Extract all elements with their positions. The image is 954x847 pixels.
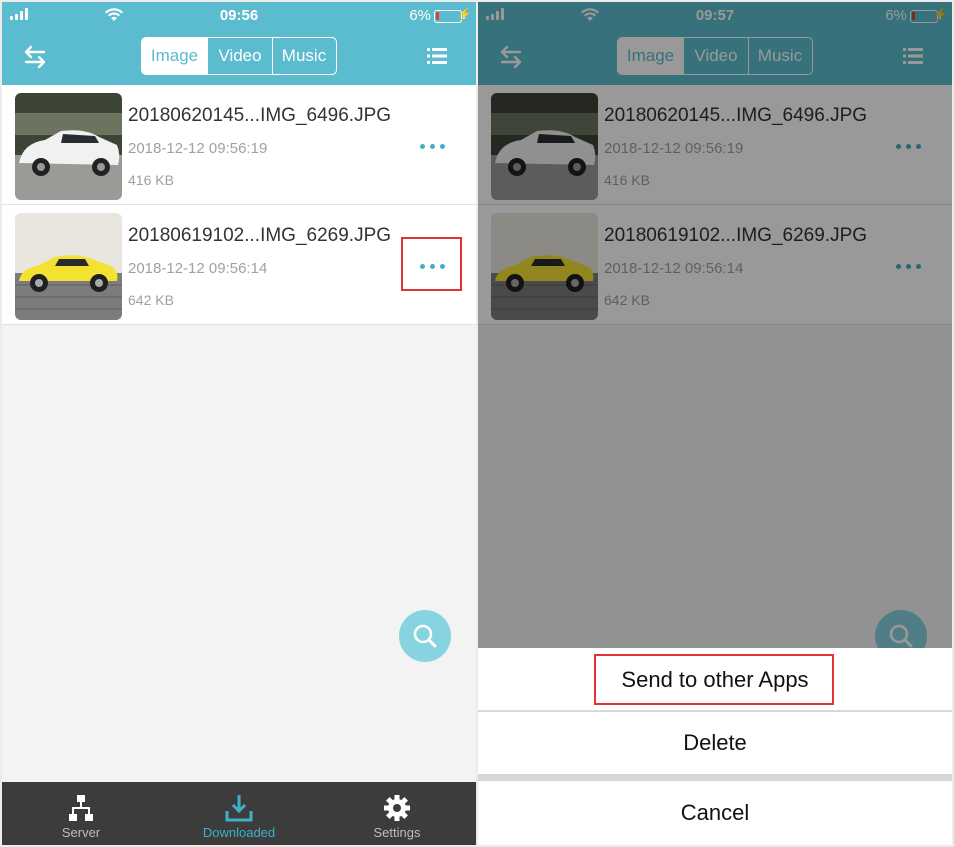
media-type-switch: Image Video Music — [141, 37, 337, 75]
file-date: 2018-12-12 09:56:14 — [128, 260, 268, 277]
left-phone-screen: 09:56 6% ⚡ Image Video Music 20180620145… — [2, 2, 476, 845]
search-button[interactable] — [399, 610, 451, 662]
file-name: 20180619102...IMG_6269.JPG — [128, 225, 392, 246]
file-size: 642 KB — [128, 292, 174, 308]
file-name: 20180620145...IMG_6496.JPG — [128, 105, 392, 126]
tab-music[interactable]: Music — [272, 38, 335, 74]
list-view-icon[interactable] — [427, 47, 447, 65]
nav-settings[interactable]: Settings — [318, 782, 476, 845]
send-to-other-apps-button[interactable]: Send to other Apps — [478, 648, 952, 711]
download-icon — [225, 795, 253, 822]
cancel-button[interactable]: Cancel — [478, 781, 952, 845]
thumbnail-white-car — [15, 93, 122, 200]
file-list: 20180620145...IMG_6496.JPG 2018-12-12 09… — [2, 85, 476, 325]
nav-label: Downloaded — [202, 825, 276, 840]
battery-percent: 6% — [409, 7, 431, 24]
list-item[interactable]: 20180620145...IMG_6496.JPG 2018-12-12 09… — [2, 85, 476, 205]
nav-server[interactable]: Server — [2, 782, 160, 845]
more-options-button[interactable] — [410, 255, 454, 277]
nav-downloaded[interactable]: Downloaded — [160, 782, 318, 845]
file-size: 416 KB — [128, 172, 174, 188]
nav-label: Settings — [373, 825, 421, 840]
header-bar: 09:56 6% ⚡ Image Video Music — [2, 2, 476, 85]
status-time: 09:56 — [219, 7, 259, 24]
screenshot-stage: 09:56 6% ⚡ Image Video Music 20180620145… — [0, 0, 954, 847]
swap-icon[interactable] — [22, 44, 48, 70]
file-date: 2018-12-12 09:56:19 — [128, 140, 268, 157]
more-options-button[interactable] — [410, 135, 454, 157]
network-icon — [69, 795, 93, 821]
nav-label: Server — [61, 825, 101, 840]
tab-image[interactable]: Image — [142, 38, 207, 74]
list-item[interactable]: 20180619102...IMG_6269.JPG 2018-12-12 09… — [2, 205, 476, 325]
bottom-tab-bar: Server Downloaded Settings — [2, 782, 476, 845]
thumbnail-yellow-car — [15, 213, 122, 320]
delete-button[interactable]: Delete — [478, 712, 952, 774]
search-icon — [413, 624, 437, 648]
right-phone-screen: 09:57 6% ⚡ Image Video Music 20180620145… — [478, 2, 952, 845]
tab-video[interactable]: Video — [207, 38, 272, 74]
gear-icon — [384, 795, 410, 821]
action-sheet: Send to other Apps Delete Cancel — [478, 648, 952, 845]
status-bar: 09:56 6% ⚡ — [2, 2, 476, 30]
charging-icon: ⚡ — [457, 7, 472, 21]
